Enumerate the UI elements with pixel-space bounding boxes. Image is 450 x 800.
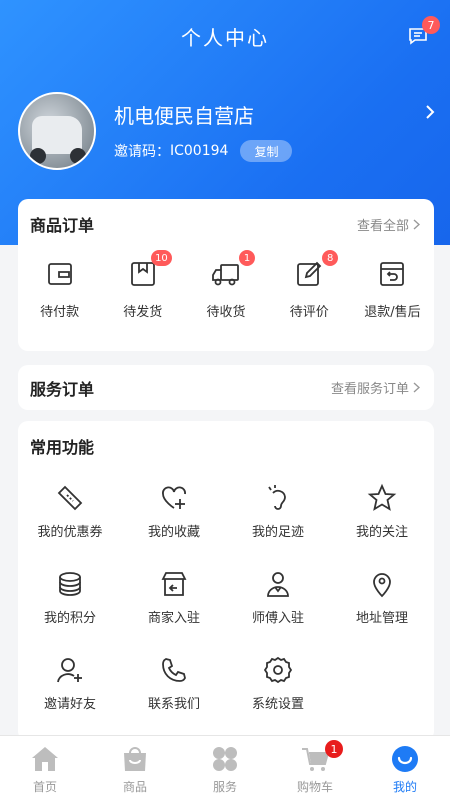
func-contact-us[interactable]: 联系我们 <box>122 655 226 715</box>
func-label: 联系我们 <box>147 697 200 712</box>
service-title: 服务订单 <box>30 379 95 399</box>
func-footprints[interactable]: 我的足迹 <box>226 483 330 543</box>
chevron-right-icon[interactable] <box>424 104 436 120</box>
order-label: 待评价 <box>289 305 329 320</box>
tab-cart[interactable]: 1 购物车 <box>270 736 360 800</box>
worker-icon <box>267 572 289 597</box>
avatar[interactable] <box>18 92 96 170</box>
phone-icon <box>162 658 186 682</box>
refund-icon <box>380 262 405 286</box>
grid-icon <box>213 747 237 771</box>
order-pending-shipment[interactable]: 10 待发货 <box>101 250 184 339</box>
func-invite-friends[interactable]: 邀请好友 <box>18 655 122 715</box>
heart-plus-icon <box>162 486 186 509</box>
location-icon <box>373 573 391 598</box>
functions-title: 常用功能 <box>30 438 95 457</box>
product-orders-card: 商品订单 查看全部 待付款 10 待发货 1 待收货 8 待评价 退款/售后 <box>18 199 434 351</box>
tab-label: 商品 <box>122 780 147 794</box>
order-label: 待收货 <box>206 305 246 320</box>
copy-button[interactable]: 复制 <box>240 140 293 162</box>
cart-badge: 1 <box>325 740 343 758</box>
order-refund[interactable]: 退款/售后 <box>351 259 434 339</box>
func-label: 我的关注 <box>355 525 408 540</box>
gear-icon <box>263 656 293 684</box>
tab-label: 购物车 <box>296 780 333 794</box>
service-orders-card[interactable]: 服务订单 查看服务订单 <box>18 365 434 410</box>
view-all-orders-link[interactable]: 查看全部 <box>357 215 420 234</box>
add-user-icon <box>57 658 82 683</box>
func-label: 邀请好友 <box>43 697 96 712</box>
tab-label: 我的 <box>392 780 417 794</box>
truck-icon <box>212 264 239 286</box>
top-bar: 个人中心 7 <box>0 0 450 72</box>
func-worker-join[interactable]: 师傅入驻 <box>226 569 330 629</box>
func-favorites[interactable]: 我的收藏 <box>122 483 226 543</box>
order-pending-payment[interactable]: 待付款 <box>18 259 101 339</box>
message-button[interactable]: 7 <box>406 16 440 50</box>
func-label: 我的收藏 <box>147 525 200 540</box>
smile-icon <box>392 746 418 772</box>
store-icon <box>161 572 187 596</box>
func-settings[interactable]: 系统设置 <box>226 655 330 715</box>
message-badge: 7 <box>422 16 440 34</box>
order-label: 待发货 <box>123 305 163 320</box>
func-address[interactable]: 地址管理 <box>330 569 434 629</box>
store-name: 机电便民自营店 <box>114 104 254 128</box>
bag-icon <box>124 747 146 771</box>
func-follows[interactable]: 我的关注 <box>330 483 434 543</box>
coins-icon <box>59 572 81 596</box>
order-badge: 1 <box>239 250 255 266</box>
common-functions-card: 常用功能 我的优惠券 我的收藏 我的足迹 我的关注 我的积分 商家入驻 师傅入驻… <box>18 421 434 741</box>
func-label: 商家入驻 <box>147 611 200 626</box>
tab-mine[interactable]: 我的 <box>360 736 450 800</box>
tab-label: 首页 <box>32 780 57 794</box>
coupon-icon <box>57 485 83 511</box>
edit-icon <box>297 261 322 286</box>
orders-title: 商品订单 <box>30 216 95 235</box>
tab-home[interactable]: 首页 <box>0 736 90 800</box>
footprint-icon <box>268 485 286 510</box>
tab-label: 服务 <box>212 780 237 794</box>
order-pending-review[interactable]: 8 待评价 <box>268 250 351 339</box>
func-label: 我的优惠券 <box>37 525 103 540</box>
func-label: 我的积分 <box>43 611 96 626</box>
func-label: 我的足迹 <box>251 525 304 540</box>
tab-services[interactable]: 服务 <box>180 736 270 800</box>
wallet-icon <box>47 263 72 285</box>
invite-label: 邀请码： <box>114 144 170 160</box>
order-label: 待付款 <box>40 305 80 320</box>
chevron-right-icon <box>413 218 420 230</box>
order-badge: 10 <box>151 250 172 266</box>
func-label: 系统设置 <box>251 697 304 712</box>
order-label: 退款/售后 <box>364 305 421 320</box>
func-merchant-join[interactable]: 商家入驻 <box>122 569 226 629</box>
func-points[interactable]: 我的积分 <box>18 569 122 629</box>
chevron-right-icon <box>413 382 420 393</box>
order-pending-receipt[interactable]: 1 待收货 <box>184 250 267 339</box>
star-icon <box>367 483 397 511</box>
tab-products[interactable]: 商品 <box>90 736 180 800</box>
order-badge: 8 <box>322 250 339 266</box>
invite-row: 邀请码： IC00194 复制 <box>114 140 293 162</box>
func-label: 师傅入驻 <box>251 611 304 626</box>
home-icon <box>32 747 58 771</box>
view-service-label: 查看服务订单 <box>330 382 409 397</box>
func-coupons[interactable]: 我的优惠券 <box>18 483 122 543</box>
page-title: 个人中心 <box>181 25 269 50</box>
view-service-orders-link[interactable]: 查看服务订单 <box>331 378 420 397</box>
invite-code: IC00194 <box>170 143 229 159</box>
func-label: 地址管理 <box>355 611 408 626</box>
bottom-tab-bar: 首页 商品 服务 1 购物车 我的 <box>0 735 450 800</box>
view-all-label: 查看全部 <box>356 218 409 234</box>
profile-section[interactable]: 机电便民自营店 邀请码： IC00194 复制 <box>18 92 438 192</box>
